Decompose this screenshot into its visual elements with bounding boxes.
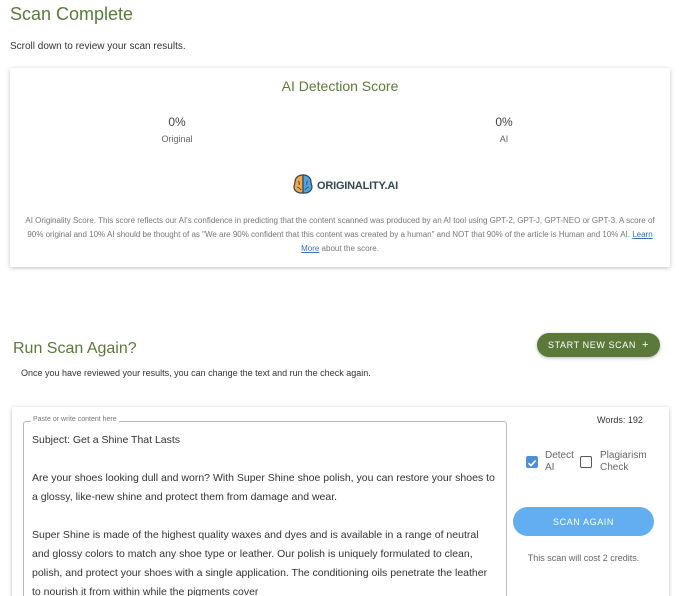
ai-label: AI: [499, 134, 509, 144]
score-disclaimer: AI Originality Score. This score reflect…: [22, 214, 658, 256]
scan-cost-text: This scan will cost 2 credits.: [527, 553, 640, 563]
score-card-heading: AI Detection Score: [281, 78, 399, 94]
plus-icon: +: [641, 339, 649, 351]
scan-complete-title: Scan Complete: [10, 4, 134, 24]
ai-percentage: 0%: [495, 115, 513, 129]
original-label: Original: [161, 134, 193, 144]
disclaimer-tail: about the score.: [321, 244, 379, 253]
scan-complete-subtitle: Scroll down to review your scan results.: [10, 41, 186, 52]
original-percentage: 0%: [168, 115, 186, 129]
start-new-scan-button[interactable]: START NEW SCAN +: [537, 333, 660, 357]
start-new-scan-label: START NEW SCAN: [548, 340, 636, 350]
disclaimer-text: AI Originality Score. This score reflect…: [25, 216, 655, 239]
textarea-content[interactable]: Subject: Get a Shine That Lasts Are your…: [32, 431, 496, 596]
scan-again-button[interactable]: SCAN AGAIN: [513, 507, 654, 536]
textarea-legend: Paste or write content here: [31, 416, 119, 423]
word-count: Words: 192: [597, 415, 643, 425]
run-scan-again-title: Run Scan Again?: [13, 340, 137, 357]
editor-card: Paste or write content here Subject: Get…: [12, 407, 669, 596]
detect-ai-label[interactable]: Detect AI: [545, 450, 585, 474]
ai-detection-score-card: AI Detection Score 0% Original 0% AI ORI…: [10, 68, 670, 267]
run-scan-again-subtitle: Once you have reviewed your results, you…: [21, 368, 371, 378]
logo-text: ORIGINALITY.AI: [317, 180, 398, 192]
content-textarea[interactable]: Paste or write content here Subject: Get…: [23, 416, 507, 596]
detect-ai-checkbox[interactable]: [526, 456, 538, 468]
plagiarism-check-label[interactable]: Plagiarism Check: [600, 450, 660, 474]
originality-ai-logo: ORIGINALITY.AI: [292, 173, 398, 200]
checkmark-icon: [527, 460, 537, 467]
brain-icon: [292, 173, 314, 200]
plagiarism-check-checkbox[interactable]: [580, 456, 592, 468]
